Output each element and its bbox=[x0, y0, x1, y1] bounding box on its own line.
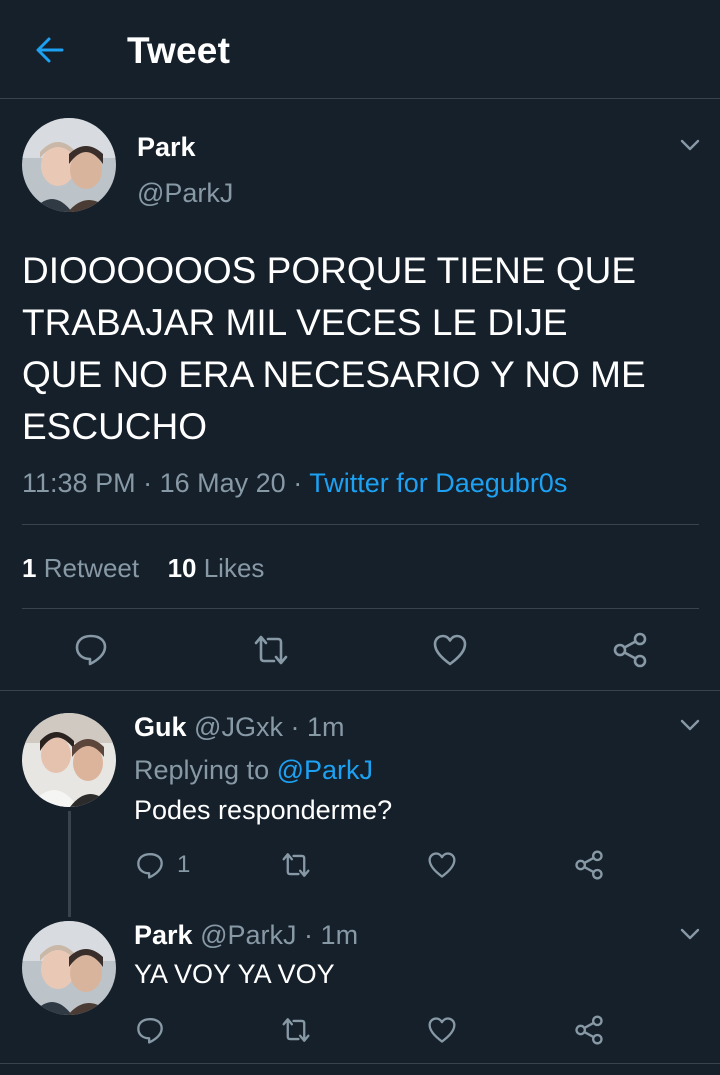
retweet-count: 1 bbox=[22, 553, 37, 583]
reply-header: Guk @JGxk · 1m bbox=[134, 712, 345, 743]
reply-text: Podes responderme? bbox=[134, 795, 393, 825]
share-icon[interactable] bbox=[574, 1015, 604, 1045]
like-count: 10 bbox=[167, 553, 197, 583]
like-heart-icon[interactable] bbox=[427, 1016, 457, 1044]
author-name[interactable]: Park bbox=[137, 132, 196, 163]
reply-author-handle[interactable]: @JGxk bbox=[194, 712, 283, 742]
tweet-text: DIOOOOOOS PORQUE TIENE QUE TRABAJAR MIL … bbox=[22, 245, 646, 453]
author-handle[interactable]: @ParkJ bbox=[137, 178, 233, 209]
back-arrow-icon[interactable] bbox=[32, 32, 68, 68]
separator: · bbox=[304, 920, 314, 950]
like-label: Likes bbox=[203, 553, 265, 583]
engagement-stats: 1 Retweet 10 Likes bbox=[22, 553, 264, 584]
reply-time: 1m bbox=[320, 920, 359, 950]
reply-icon[interactable] bbox=[73, 631, 109, 667]
tweet-time: 11:38 PM bbox=[22, 468, 136, 498]
retweet-icon[interactable] bbox=[280, 851, 312, 879]
reply-author-name[interactable]: Guk bbox=[134, 712, 187, 742]
divider bbox=[0, 690, 720, 691]
replying-to: Replying to @ParkJ bbox=[134, 755, 373, 786]
separator: · bbox=[143, 468, 153, 498]
separator: · bbox=[290, 712, 300, 742]
retweet-icon[interactable] bbox=[252, 633, 290, 667]
reply-text: YA VOY YA VOY bbox=[134, 959, 335, 989]
tweet-source-link[interactable]: Twitter for Daegubr0s bbox=[309, 468, 567, 498]
share-icon[interactable] bbox=[612, 632, 648, 668]
like-heart-icon[interactable] bbox=[427, 851, 457, 879]
reply-icon[interactable] bbox=[135, 1015, 165, 1045]
tweet-text-line: TRABAJAR MIL VECES LE DIJE bbox=[22, 302, 568, 343]
avatar[interactable] bbox=[22, 921, 116, 1015]
retweet-stat[interactable]: 1 Retweet bbox=[22, 553, 146, 583]
chevron-down-icon[interactable] bbox=[678, 133, 702, 157]
replying-to-label: Replying to bbox=[134, 755, 270, 785]
avatar[interactable] bbox=[22, 118, 116, 212]
reply-icon[interactable] bbox=[135, 850, 165, 880]
chevron-down-icon[interactable] bbox=[678, 922, 702, 946]
share-icon[interactable] bbox=[574, 850, 604, 880]
reply-author-name[interactable]: Park bbox=[134, 920, 193, 950]
reply-time: 1m bbox=[306, 712, 345, 742]
separator: · bbox=[293, 468, 303, 498]
avatar[interactable] bbox=[22, 713, 116, 807]
likes-stat[interactable]: 10 Likes bbox=[168, 553, 265, 583]
like-heart-icon[interactable] bbox=[432, 633, 468, 667]
reply-author-handle[interactable]: @ParkJ bbox=[200, 920, 296, 950]
tweet-text-line: QUE NO ERA NECESARIO Y NO ME bbox=[22, 354, 646, 395]
retweet-icon[interactable] bbox=[280, 1016, 312, 1044]
replying-to-handle[interactable]: @ParkJ bbox=[277, 755, 373, 785]
page-title: Tweet bbox=[127, 30, 231, 71]
retweet-label: Retweet bbox=[43, 553, 140, 583]
reply-count: 1 bbox=[177, 851, 191, 878]
chevron-down-icon[interactable] bbox=[678, 713, 702, 737]
top-bar: Tweet bbox=[0, 0, 720, 99]
tweet-text-line: DIOOOOOOS PORQUE TIENE QUE bbox=[22, 250, 637, 291]
reply-header: Park @ParkJ · 1m bbox=[134, 920, 358, 951]
divider bbox=[0, 1063, 720, 1064]
tweet-date: 16 May 20 bbox=[159, 468, 286, 498]
tweet-text-line: ESCUCHO bbox=[22, 406, 208, 447]
thread-connector-line bbox=[68, 811, 71, 917]
divider bbox=[22, 524, 699, 525]
tweet-meta: 11:38 PM · 16 May 20 · Twitter for Daegu… bbox=[22, 468, 567, 499]
divider bbox=[22, 608, 699, 609]
